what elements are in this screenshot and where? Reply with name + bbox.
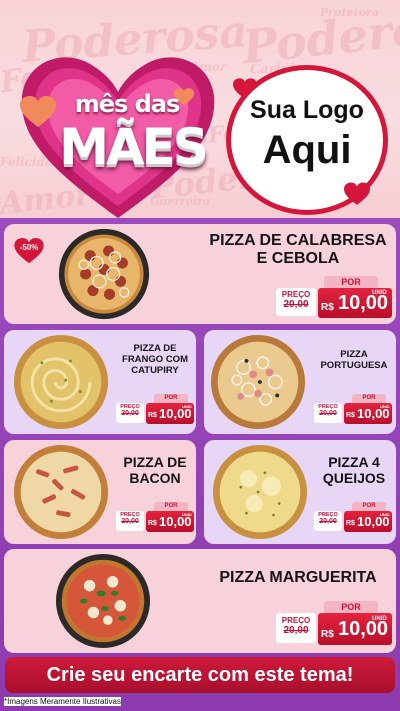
price-tag: POR PREÇO 20,00 R$ 10,00 UNID [116,502,194,534]
pizza-image [210,334,306,430]
product-title: PIZZA DE BACON [123,454,187,487]
price-tag: POR PREÇO 20,00 R$ 10,00 UNID [314,502,392,534]
new-price: R$ 10,00 UNID [146,511,194,532]
product-title: PIZZA MARGUERITA [219,569,377,586]
price-tag: POR PREÇO 20,00 R$ 10,00 UNID [276,601,392,647]
new-price: R$ 10,00 UNID [146,403,194,424]
new-price: R$ 10,00 UNID [344,403,392,424]
por-label: POR [352,394,386,403]
price-tag: POR PREÇO 20,00 R$ 10,00 UNID [116,394,194,426]
product-title: PIZZA 4 QUEIJOS [322,454,386,487]
por-label: POR [154,394,188,403]
campaign-subtitle: mês das [74,90,181,118]
old-price: PREÇO 20,00 [116,403,144,423]
old-price: PREÇO 20,00 [276,288,316,316]
product-card-calabresa[interactable]: -50% PIZZA DE CALABRESA E CEBOLA POR PRE… [4,224,396,324]
por-label: POR [154,502,188,511]
disclaimer-note: *Imagens Meramente Ilustrativas [4,697,121,706]
product-title: PIZZA DE CALABRESA E CEBOLA [209,232,387,268]
header-banner: Poderosa Poderosa Protetora Feliz Amor F… [0,0,400,218]
old-price: PREÇO 20,00 [314,403,342,423]
old-price: PREÇO 20,00 [116,511,144,531]
discount-badge-label: -50% [19,243,39,252]
product-card-frango-catupiry[interactable]: PIZZA DE FRANGO COM CATUPIRY POR PREÇO 2… [4,330,196,434]
pizza-image [13,444,109,540]
create-flyer-button[interactable]: Crie seu encarte com este tema! [5,657,395,693]
new-price: R$ 10,00 UNID [318,288,392,318]
por-label: POR [324,276,378,288]
pizza-image [13,334,109,430]
price-tag: POR PREÇO 20,00 R$ 10,00 UNID [314,394,392,426]
old-price: PREÇO 20,00 [276,613,316,643]
campaign-title: MÃES [59,118,209,176]
price-tag: POR PREÇO 20,00 R$ 10,00 UNID [276,276,392,320]
old-price: PREÇO 20,00 [314,511,342,531]
new-price: R$ 10,00 UNID [344,511,392,532]
product-title: PIZZA PORTUGUESA [320,349,388,371]
product-card-marguerita[interactable]: PIZZA MARGUERITA POR PREÇO 20,00 R$ 10,0… [4,549,396,653]
product-card-portuguesa[interactable]: PIZZA PORTUGUESA POR PREÇO 20,00 R$ 10,0… [204,330,396,434]
product-card-4-queijos[interactable]: PIZZA 4 QUEIJOS POR PREÇO 20,00 R$ 10,00… [204,440,396,544]
heart-icon [344,182,370,205]
pizza-image [58,228,150,320]
logo-text-top: Sua Logo [250,96,364,124]
por-label: POR [324,601,378,613]
product-title: PIZZA DE FRANGO COM CATUPIRY [122,343,188,376]
pizza-image [55,553,151,649]
new-price: R$ 10,00 UNID [318,613,392,645]
background-word: Protetora [320,6,379,19]
product-card-bacon[interactable]: PIZZA DE BACON POR PREÇO 20,00 R$ 10,00 … [4,440,196,544]
logo-text-bottom: Aqui [262,128,352,172]
pizza-image [212,444,308,540]
por-label: POR [352,502,386,511]
